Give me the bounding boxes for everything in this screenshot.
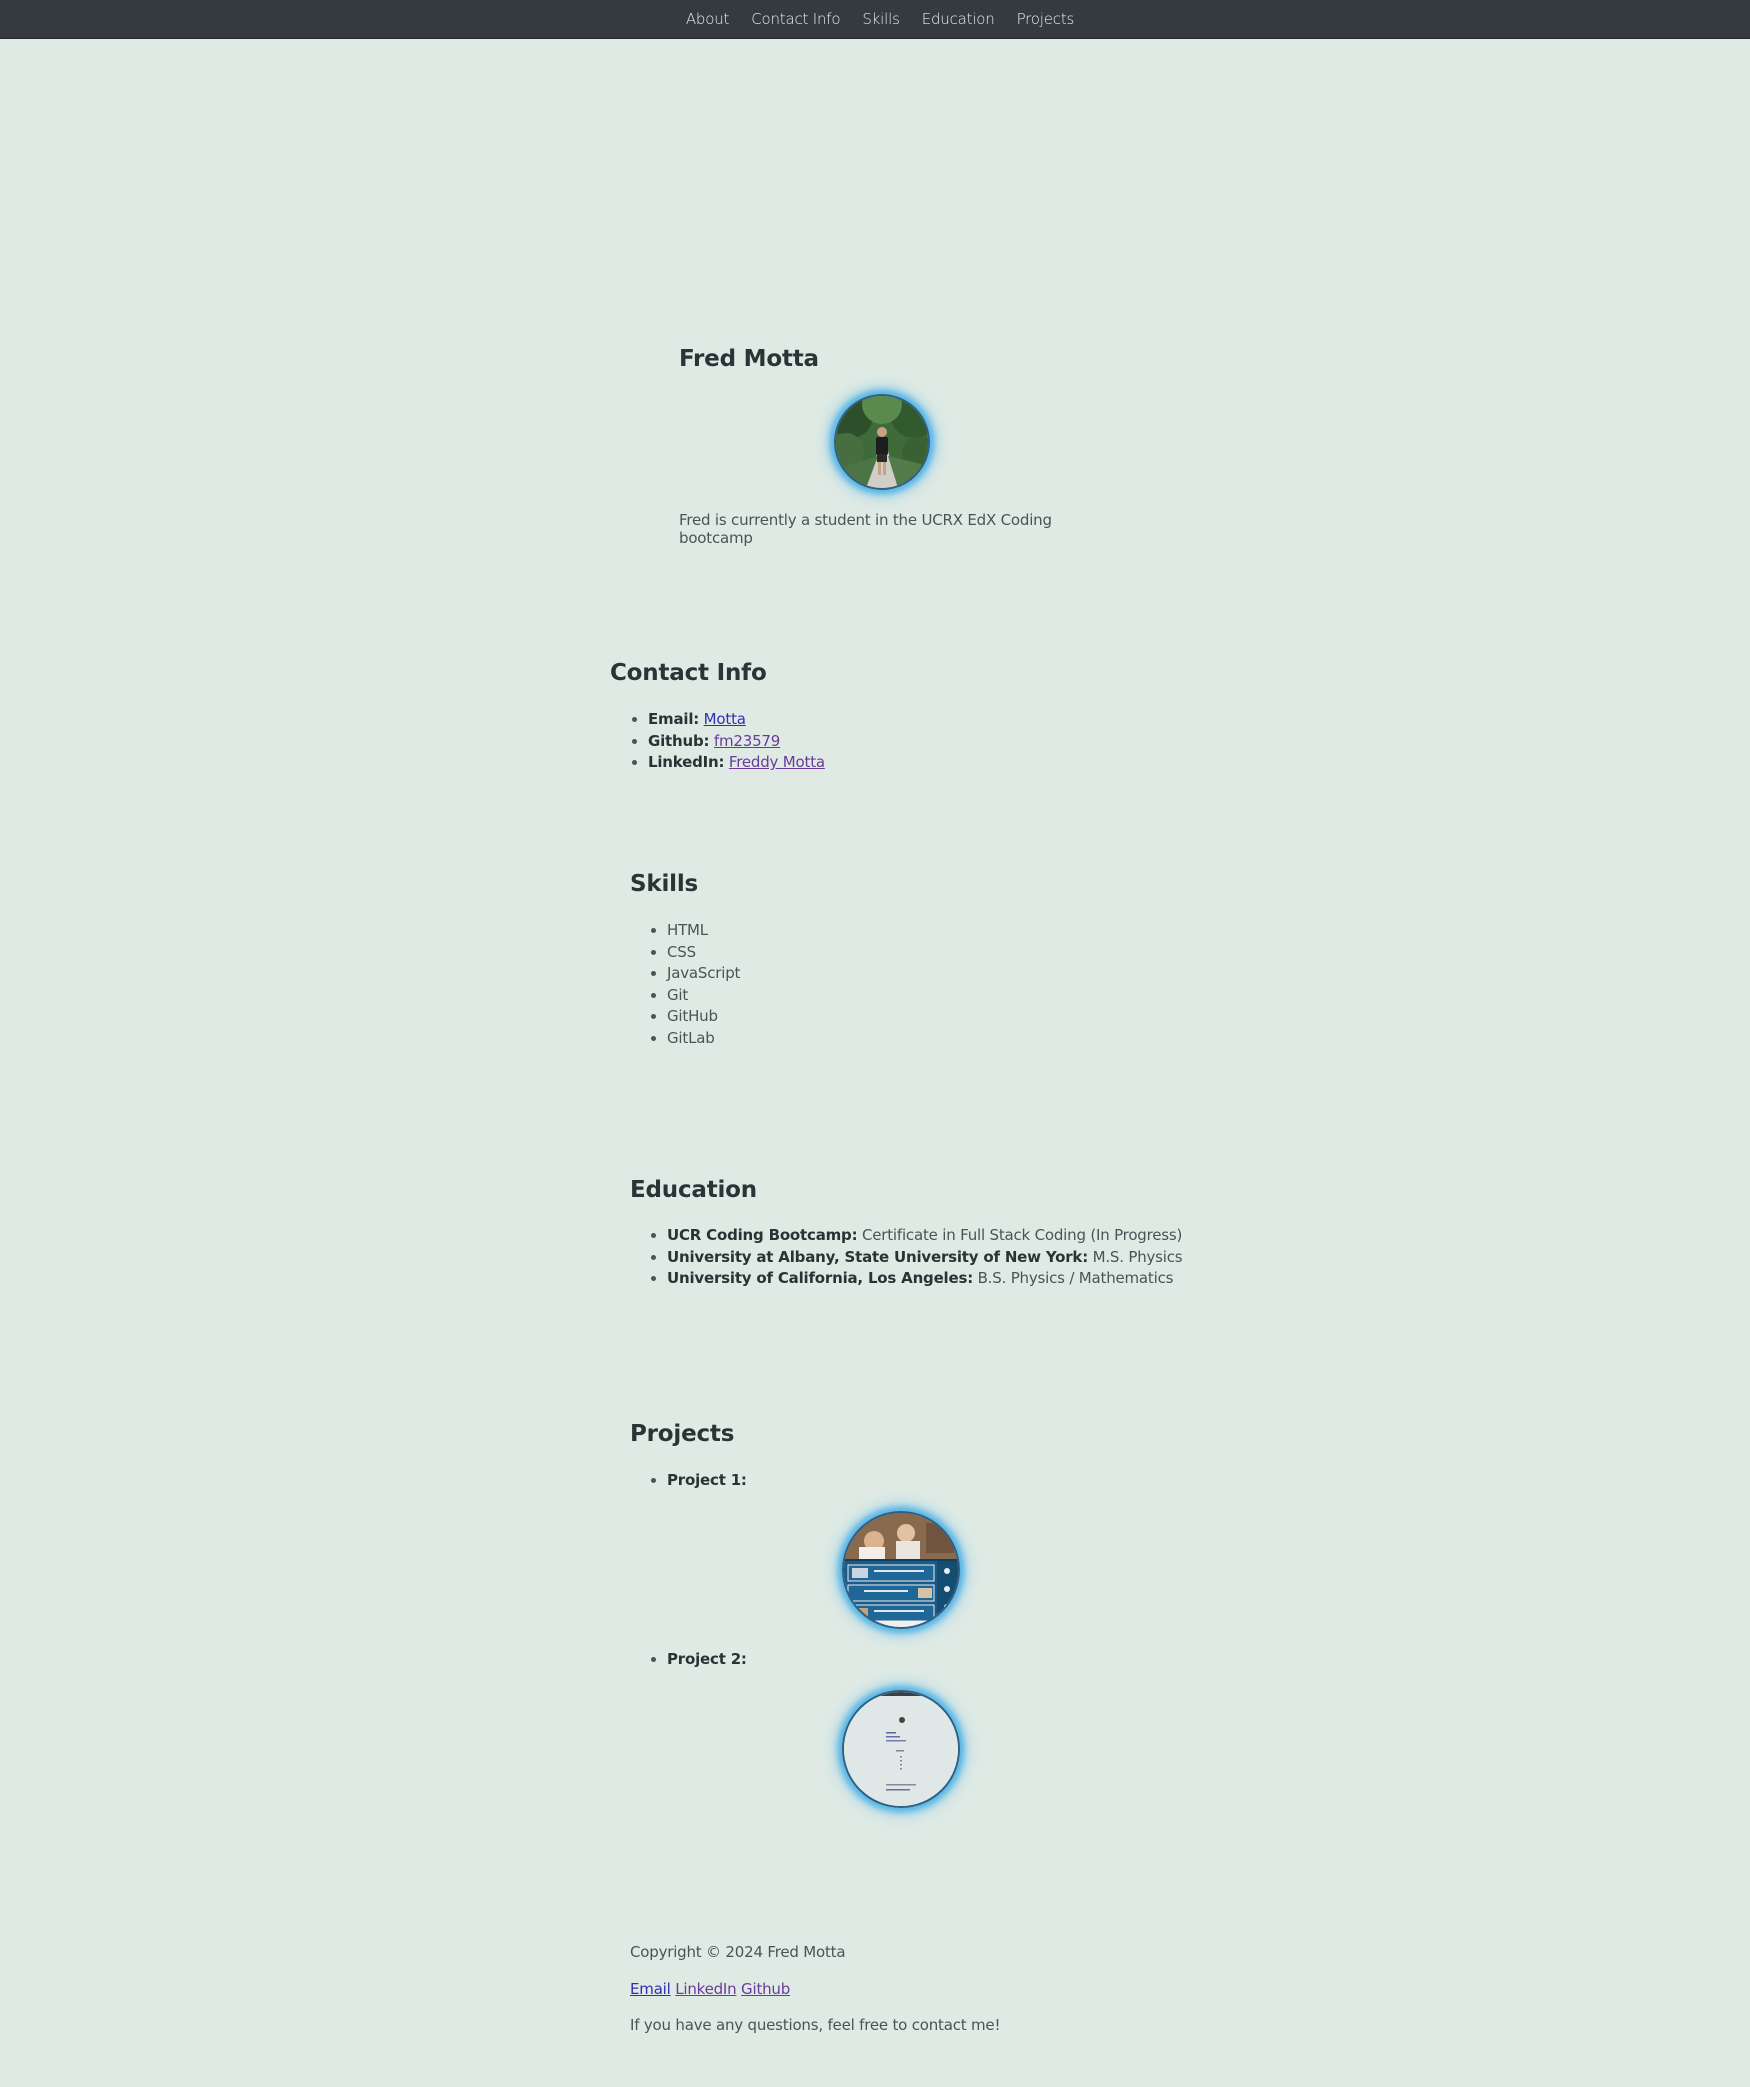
skills-heading: Skills — [630, 871, 699, 897]
project-item: Project 2: — [667, 1649, 747, 1671]
contact-item-github: Github: fm23579 — [648, 731, 825, 753]
nav-link-education[interactable]: Education — [922, 10, 995, 28]
education-degree: B.S. Physics / Mathematics — [977, 1269, 1174, 1287]
contact-item-email: Email: Motta — [648, 709, 825, 731]
footer-contact-message: If you have any questions, feel free to … — [630, 2016, 1001, 2034]
skill-item: CSS — [667, 942, 740, 964]
projects-heading: Projects — [630, 1421, 735, 1447]
nav-link-skills[interactable]: Skills — [862, 10, 900, 28]
nav-link-contact-info[interactable]: Contact Info — [751, 10, 840, 28]
about-bio: Fred is currently a student in the UCRX … — [679, 511, 1052, 547]
projects-list-continued: Project 2: — [630, 1649, 747, 1671]
education-item: University at Albany, State University o… — [667, 1247, 1183, 1269]
education-degree: M.S. Physics — [1092, 1247, 1183, 1266]
footer-github-link[interactable]: Github — [741, 1980, 790, 1998]
education-school: University of California, Los Angeles: — [667, 1269, 974, 1287]
skill-item: Git — [667, 985, 740, 1007]
email-link[interactable]: Motta — [704, 710, 746, 728]
project-label: Project 1: — [667, 1471, 747, 1489]
skills-list: HTML CSS JavaScript Git GitHub GitLab — [630, 920, 740, 1049]
education-list: UCR Coding Bootcamp: Certificate in Full… — [630, 1225, 1183, 1290]
skill-item: HTML — [667, 920, 740, 942]
education-school: UCR Coding Bootcamp: — [667, 1226, 858, 1244]
education-item: University of California, Los Angeles: B… — [667, 1268, 1182, 1290]
copyright-text: Copyright © 2024 Fred Motta — [630, 1943, 846, 1961]
contact-label: Email: — [648, 710, 700, 728]
profile-photo-image — [836, 396, 928, 488]
footer-links: Email LinkedIn Github — [630, 1980, 790, 1998]
project-2-thumbnail[interactable] — [842, 1690, 960, 1808]
footer-email-link[interactable]: Email — [630, 1980, 671, 1998]
contact-label: LinkedIn: — [648, 753, 725, 771]
github-link[interactable]: fm23579 — [714, 732, 780, 750]
nav-link-projects[interactable]: Projects — [1017, 10, 1075, 28]
contact-heading: Contact Info — [610, 660, 767, 686]
contact-item-linkedin: LinkedIn: Freddy Motta — [648, 752, 825, 774]
project-item: Project 1: — [667, 1470, 747, 1492]
project-label: Project 2: — [667, 1650, 747, 1668]
skill-item: JavaScript — [667, 963, 740, 985]
contact-label: Github: — [648, 731, 710, 750]
top-navbar: About Contact Info Skills Education Proj… — [0, 0, 1750, 39]
education-degree: Certificate in Full Stack Coding (In Pro… — [861, 1226, 1183, 1244]
profile-photo — [834, 394, 930, 490]
about-name-heading: Fred Motta — [679, 346, 819, 372]
education-school: University at Albany, State University o… — [667, 1247, 1088, 1266]
project-2-screenshot-image — [844, 1692, 958, 1806]
linkedin-link[interactable]: Freddy Motta — [729, 753, 825, 771]
skill-item: GitLab — [667, 1028, 740, 1050]
education-heading: Education — [630, 1177, 757, 1203]
contact-list: Email: Motta Github: fm23579 LinkedIn: F… — [611, 709, 825, 774]
nav-link-about[interactable]: About — [686, 10, 730, 28]
project-1-screenshot-image — [844, 1513, 958, 1627]
education-item: UCR Coding Bootcamp: Certificate in Full… — [667, 1225, 1182, 1247]
projects-list: Project 1: — [630, 1470, 747, 1492]
project-1-thumbnail[interactable] — [842, 1511, 960, 1629]
footer-linkedin-link[interactable]: LinkedIn — [675, 1980, 736, 1998]
skill-item: GitHub — [667, 1006, 740, 1028]
